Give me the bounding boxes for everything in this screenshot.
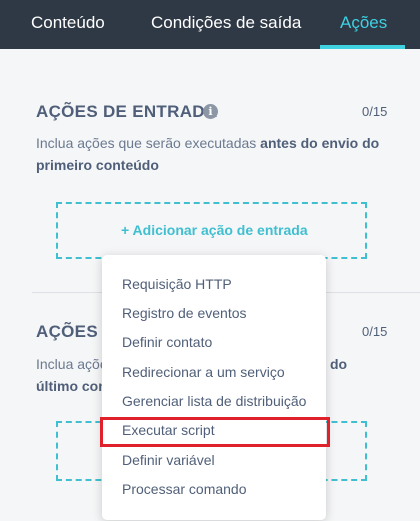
active-tab-indicator — [320, 45, 405, 49]
menu-item-process-command[interactable]: Processar comando — [122, 481, 247, 497]
tab-bar: Conteúdo Condições de saída Ações — [0, 0, 420, 49]
entry-actions-description: Inclua ações que serão executadas antes … — [36, 132, 386, 176]
exit-actions-description-end: do — [330, 356, 348, 372]
menu-item-event-log[interactable]: Registro de eventos — [122, 305, 247, 321]
entry-actions-counter: 0/15 — [362, 104, 388, 119]
action-type-menu: Requisição HTTP Registro de eventos Defi… — [102, 255, 326, 520]
menu-item-http-request[interactable]: Requisição HTTP — [122, 276, 232, 292]
menu-item-set-variable[interactable]: Definir variável — [122, 452, 215, 468]
info-icon[interactable]: i — [203, 104, 218, 119]
menu-item-set-contact[interactable]: Definir contato — [122, 334, 212, 350]
exit-actions-counter: 0/15 — [362, 324, 388, 339]
menu-item-manage-distribution-list[interactable]: Gerenciar lista de distribuição — [122, 393, 306, 409]
tab-content[interactable]: Conteúdo — [31, 0, 105, 49]
exit-actions-description-start: Inclua açõe — [36, 356, 108, 372]
entry-actions-title: AÇÕES DE ENTRADA — [36, 102, 218, 121]
tab-actions[interactable]: Ações — [340, 0, 387, 49]
highlight-box — [100, 417, 330, 447]
entry-actions-description-text: Inclua ações que serão executadas — [36, 135, 261, 151]
add-entry-action-button[interactable]: + Adicionar ação de entrada — [121, 222, 308, 238]
tab-exit-conditions[interactable]: Condições de saída — [151, 0, 301, 49]
menu-item-redirect-service[interactable]: Redirecionar a um serviço — [122, 364, 285, 380]
exit-actions-description-line2: último con — [36, 378, 107, 394]
